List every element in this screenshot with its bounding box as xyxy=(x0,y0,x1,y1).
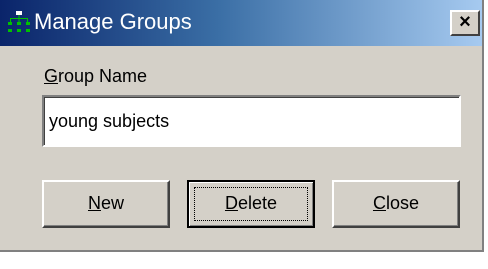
delete-button-label: Delete xyxy=(225,193,277,213)
window-title: Manage Groups xyxy=(34,9,192,34)
group-name-label-text: roup Name xyxy=(58,66,148,86)
delete-button-accesskey: D xyxy=(224,193,238,213)
close-button-accesskey: C xyxy=(372,193,386,213)
new-button-accesskey: N xyxy=(87,193,101,213)
group-name-label-accesskey: G xyxy=(44,66,59,86)
new-button-text: ew xyxy=(100,193,124,213)
group-name-label: Group Name xyxy=(44,66,147,87)
close-icon: × xyxy=(459,11,471,33)
manage-groups-dialog: Manage Groups × Group Name New Delete Cl… xyxy=(0,0,484,252)
delete-button[interactable]: Delete xyxy=(187,180,315,228)
delete-button-text: elete xyxy=(237,193,278,213)
group-name-input[interactable] xyxy=(42,95,461,147)
close-button-text: lose xyxy=(385,193,420,213)
title-bar[interactable]: Manage Groups × xyxy=(0,0,482,46)
new-button[interactable]: New xyxy=(42,180,170,228)
close-window-button[interactable]: × xyxy=(450,10,480,36)
close-button[interactable]: Close xyxy=(332,180,460,228)
groups-tree-icon xyxy=(8,11,30,32)
